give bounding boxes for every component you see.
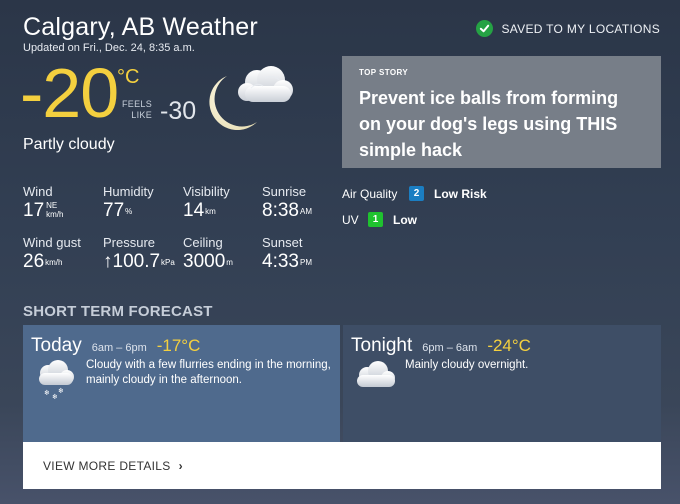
- stat-pressure: Pressure ↑100.7kPa: [103, 235, 175, 273]
- feels-like-value: -30: [160, 97, 197, 125]
- stat-value: 4:33: [262, 251, 299, 272]
- forecast-period-time: 6am – 6pm: [91, 342, 147, 354]
- saved-location-label: SAVED TO MY LOCATIONS: [501, 21, 660, 36]
- stat-unit: km/h: [45, 258, 63, 267]
- svg-text:❄: ❄: [44, 389, 50, 397]
- stat-label: Pressure: [103, 235, 156, 250]
- stat-wind-gust: Wind gust 26km/h: [23, 235, 81, 273]
- forecast-period-temp: -17°C: [156, 336, 201, 355]
- air-quality-label: Air Quality: [342, 186, 398, 201]
- stat-value: 3000: [183, 251, 226, 272]
- feels-label-line2: LIKE: [131, 110, 152, 120]
- stat-unit: PM: [299, 258, 312, 267]
- stat-unit: km/h: [46, 210, 64, 219]
- top-story-tag: TOP STORY: [359, 68, 409, 77]
- updated-timestamp: Updated on Fri., Dec. 24, 8:35 a.m.: [23, 42, 195, 54]
- stat-visibility: Visibility 14km: [183, 184, 230, 222]
- svg-text:❄: ❄: [58, 387, 64, 395]
- stat-label: Sunset: [262, 235, 303, 250]
- feels-label-line1: FEELS: [121, 99, 152, 109]
- stat-value: 14: [183, 200, 205, 221]
- air-quality-risk: Low Risk: [434, 186, 487, 201]
- page-title: Calgary, AB Weather: [23, 13, 258, 41]
- forecast-card-today[interactable]: Today 6am – 6pm -17°C ❄ ❄ ❄ Cloudy with …: [23, 325, 340, 442]
- saved-location-button[interactable]: SAVED TO MY LOCATIONS: [476, 20, 660, 37]
- uv-risk: Low: [393, 212, 417, 227]
- forecast-period-temp: -24°C: [487, 336, 531, 355]
- moon-cloud-icon: [205, 58, 295, 133]
- stat-ceiling: Ceiling 3000m: [183, 235, 233, 273]
- stat-label: Sunrise: [262, 184, 307, 199]
- chevron-right-icon: ›: [178, 458, 183, 473]
- check-icon: [476, 20, 494, 37]
- stat-sunrise: Sunrise 8:38AM: [262, 184, 312, 222]
- cloud-icon: [351, 359, 399, 398]
- current-temperature: -20: [20, 54, 119, 132]
- uv-label: UV: [342, 212, 359, 227]
- stat-label: Visibility: [183, 184, 230, 199]
- stat-unit: km: [205, 207, 216, 216]
- stat-wind: Wind 17 NE km/h: [23, 184, 63, 222]
- view-more-details-label: VIEW MORE DETAILS: [43, 458, 171, 473]
- current-condition: Partly cloudy: [23, 136, 115, 153]
- stat-value: 100.7: [112, 251, 161, 272]
- stat-label: Wind gust: [23, 235, 81, 250]
- stat-value: 17: [23, 200, 45, 221]
- stat-value: 26: [23, 251, 45, 272]
- stat-unit: m: [226, 258, 233, 267]
- forecast-period-desc: Mainly cloudy overnight.: [405, 359, 529, 371]
- temperature-unit: °C: [117, 66, 140, 88]
- top-story-headline[interactable]: Prevent ice balls from forming on your d…: [359, 85, 644, 163]
- pressure-trend-arrow: ↑: [103, 251, 113, 272]
- stat-value: 8:38: [262, 200, 299, 221]
- forecast-period-name: Tonight: [351, 335, 413, 356]
- forecast-period-time: 6pm – 6am: [422, 342, 478, 354]
- top-story-card[interactable]: TOP STORY Prevent ice balls from forming…: [342, 56, 661, 168]
- uv-badge: 1: [368, 212, 383, 227]
- uv-row: UV 1 Low: [342, 212, 417, 227]
- stat-label: Humidity: [103, 184, 154, 199]
- stat-label: Ceiling: [183, 235, 223, 250]
- air-quality-row: Air Quality 2 Low Risk: [342, 186, 487, 201]
- feels-like-label: FEELS LIKE: [120, 99, 152, 121]
- forecast-period-desc: Cloudy with a few flurries ending in the…: [86, 359, 331, 386]
- stat-unit: AM: [299, 207, 312, 216]
- stat-label: Wind: [23, 184, 53, 199]
- air-quality-badge: 2: [409, 186, 424, 201]
- cloud-snow-icon: ❄ ❄ ❄: [33, 359, 77, 406]
- forecast-period-name: Today: [31, 335, 82, 356]
- stat-value: 77: [103, 200, 125, 221]
- wind-direction: NE: [46, 201, 58, 210]
- view-more-details-button[interactable]: VIEW MORE DETAILS ›: [23, 442, 661, 489]
- stat-sunset: Sunset 4:33PM: [262, 235, 312, 273]
- stat-unit: %: [125, 207, 133, 216]
- stat-unit: kPa: [161, 258, 175, 267]
- forecast-card-tonight[interactable]: Tonight 6pm – 6am -24°C Mainly cloudy ov…: [343, 325, 661, 442]
- short-term-forecast-title: SHORT TERM FORECAST: [23, 303, 213, 320]
- stat-humidity: Humidity 77%: [103, 184, 154, 222]
